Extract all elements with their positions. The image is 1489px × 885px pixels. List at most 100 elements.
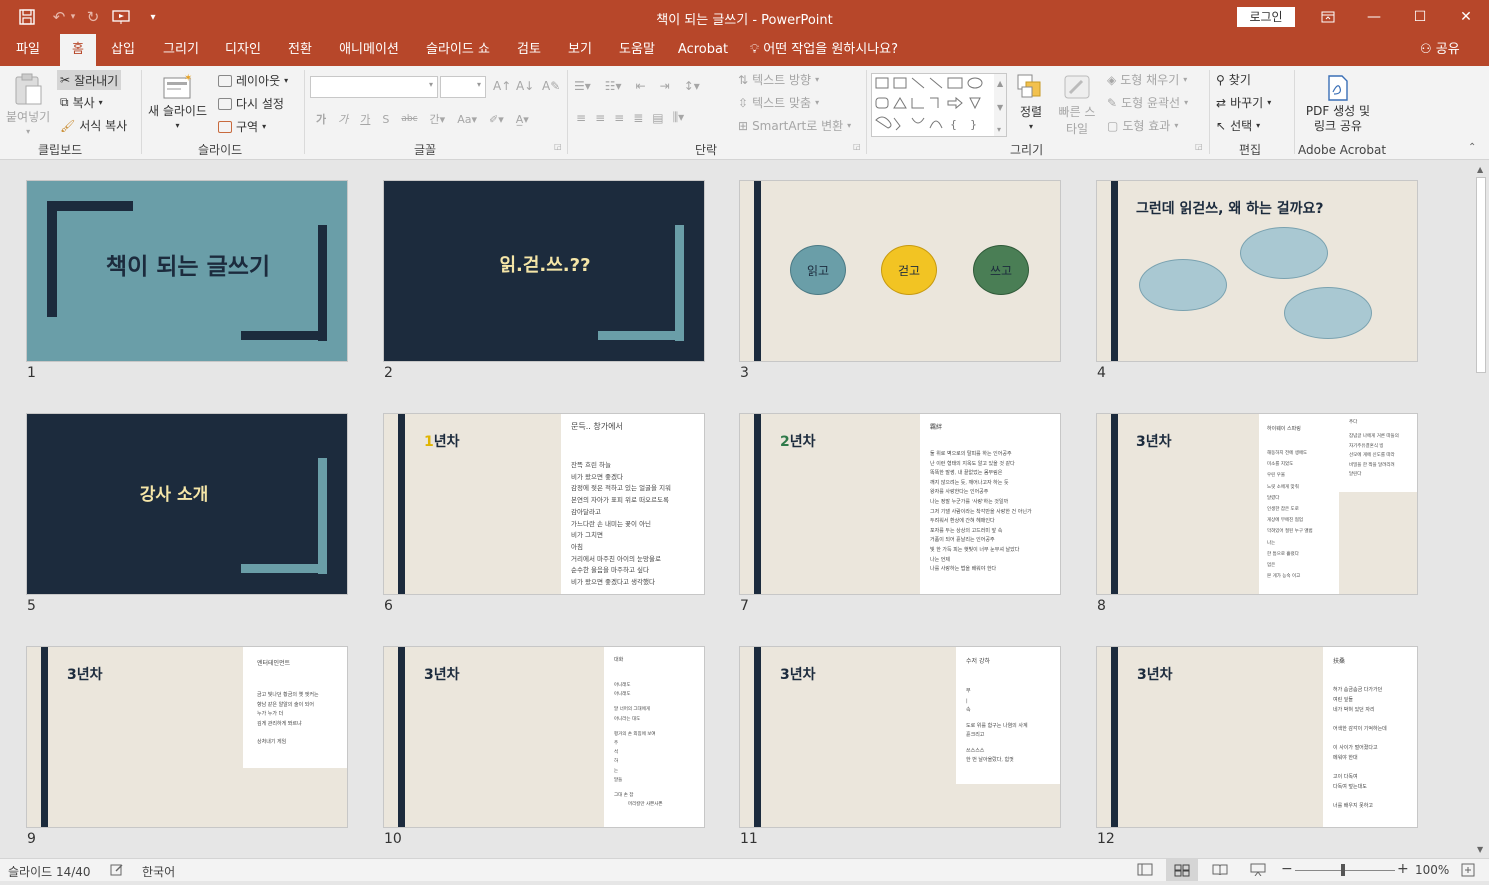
increase-indent-icon[interactable]: ⇥	[660, 79, 670, 93]
character-spacing-icon[interactable]: 간▾	[430, 111, 446, 127]
tab-help[interactable]: 도움말	[612, 34, 662, 66]
scroll-down-icon[interactable]: ▼	[1477, 845, 1483, 854]
slide-thumbnail[interactable]: 강사 소개	[26, 413, 348, 595]
bold-icon[interactable]: 가	[316, 111, 326, 127]
font-size-combo[interactable]: ▾	[440, 76, 486, 98]
clear-formatting-icon[interactable]: A✎	[542, 79, 560, 93]
shape-outline-button[interactable]: ✎ 도형 윤곽선 ▾	[1107, 94, 1188, 111]
tab-home[interactable]: 홈	[60, 34, 96, 66]
layout-button[interactable]: 레이아웃 ▾	[218, 72, 288, 89]
align-left-icon[interactable]: ≡	[576, 111, 586, 125]
normal-view-icon[interactable]	[1137, 863, 1153, 879]
section-button[interactable]: 구역 ▾	[218, 118, 266, 135]
underline-icon[interactable]: 가	[360, 111, 370, 127]
tab-animations[interactable]: 애니메이션	[333, 34, 405, 66]
tab-insert[interactable]: 삽입	[104, 34, 142, 66]
collapse-ribbon-icon[interactable]: ⌃	[1468, 142, 1476, 153]
decrease-indent-icon[interactable]: ⇤	[636, 79, 646, 93]
slide-thumbnail[interactable]: 책이 되는 글쓰기	[26, 180, 348, 362]
format-painter-button[interactable]: 🖌︎ 서식 복사	[60, 117, 127, 134]
slide-thumbnail[interactable]: 3년차 수저 강하 무 | 속 도로 위를 함구는 나염의 사계 흩크리고 쓰스스스 한 번…	[739, 646, 1061, 828]
font-dialog-launcher-icon[interactable]: ◲	[554, 142, 562, 151]
share-button[interactable]: ⚇ 공유	[1420, 34, 1460, 66]
vertical-scrollbar[interactable]: ▲ ▼	[1473, 161, 1489, 858]
arrange-button[interactable]: 정렬 ▾	[1016, 73, 1046, 131]
shadow-icon[interactable]: S	[382, 113, 389, 126]
smartart-convert-button[interactable]: ⊞ SmartArt로 변환 ▾	[738, 117, 851, 134]
font-name-combo[interactable]: ▾	[310, 76, 438, 98]
tab-file[interactable]: 파일	[8, 34, 48, 66]
slide-thumbnail[interactable]: 1년차 문득.. 창가에서 잔뜩 흐린 하늘 비가 왔으면 좋겠다 감정에 젖은 적…	[383, 413, 705, 595]
distributed-icon[interactable]: ▤	[652, 111, 663, 125]
columns-icon[interactable]: ⫼▾	[673, 110, 685, 125]
replace-button[interactable]: ⇄ 바꾸기 ▾	[1216, 94, 1271, 111]
justify-icon[interactable]: ≣	[633, 111, 643, 125]
slide-sorter-view-icon[interactable]	[1166, 859, 1198, 881]
slideshow-view-icon[interactable]	[1250, 863, 1266, 879]
zoom-in-icon[interactable]: +	[1397, 861, 1409, 877]
tab-draw[interactable]: 그리기	[155, 34, 207, 66]
minimize-icon[interactable]: —	[1351, 0, 1397, 34]
zoom-out-icon[interactable]: −	[1281, 861, 1293, 877]
reading-view-icon[interactable]	[1212, 863, 1228, 879]
tell-me-search[interactable]: 💡︎ 어떤 작업을 원하시나요?	[750, 34, 910, 66]
zoom-level[interactable]: 100%	[1415, 863, 1449, 877]
find-button[interactable]: ⚲ 찾기	[1216, 71, 1251, 88]
login-button[interactable]: 로그인	[1237, 7, 1295, 27]
slide-thumbnail[interactable]: 3년차 엔터테인먼트 금고 빛나던 황금의 옛 엣커는 향남 같은 알알의 술이 …	[26, 646, 348, 828]
pdf-icon	[1328, 75, 1348, 101]
ribbon-display-options-icon[interactable]	[1305, 0, 1351, 34]
shrink-font-icon[interactable]: A↓	[516, 79, 534, 93]
section-icon	[218, 120, 232, 133]
language-indicator[interactable]: 한국어	[142, 863, 175, 880]
grow-font-icon[interactable]: A↑	[493, 79, 511, 93]
select-button[interactable]: ↖ 선택 ▾	[1216, 117, 1260, 134]
new-slide-button[interactable]: ✶ 새 슬라이드 ▾	[148, 72, 207, 130]
tab-design[interactable]: 디자인	[220, 34, 266, 66]
slide-thumbnail[interactable]: 3년차 대화 아니래도 아니래도 말 너머의 그대에게 아니라는 대도 평거의 손 외침…	[383, 646, 705, 828]
close-icon[interactable]: ✕	[1443, 0, 1489, 34]
drawing-dialog-launcher-icon[interactable]: ◲	[1195, 142, 1203, 151]
create-pdf-button[interactable]: PDF 생성 및 링크 공유	[1300, 74, 1376, 134]
zoom-slider-thumb[interactable]	[1341, 864, 1345, 876]
paragraph-dialog-launcher-icon[interactable]: ◲	[853, 142, 861, 151]
change-case-icon[interactable]: Aa▾	[457, 113, 477, 126]
maximize-icon[interactable]: ☐	[1397, 0, 1443, 34]
cut-button[interactable]: ✂ 잘라내기	[57, 70, 122, 90]
tab-acrobat[interactable]: Acrobat	[674, 34, 732, 66]
align-text-button[interactable]: ⇳ 텍스트 맞춤 ▾	[738, 94, 819, 111]
italic-icon[interactable]: 가	[338, 111, 348, 127]
text-direction-button[interactable]: ⇅ 텍스트 방향 ▾	[738, 71, 819, 88]
quick-styles-button[interactable]: 빠른 스타일	[1055, 73, 1099, 137]
poem-title: 대화	[614, 657, 624, 663]
slide-thumbnail[interactable]: 3년차 扶桑 허가 솜금솜금 다가가던 여린 잎들 네가 박혀 있던 자리 어색한 감…	[1096, 646, 1418, 828]
slide-thumbnail[interactable]: 읽.걷.쓰.??	[383, 180, 705, 362]
tab-view[interactable]: 보기	[560, 34, 600, 66]
tab-transitions[interactable]: 전환	[279, 34, 321, 66]
tab-review[interactable]: 검토	[510, 34, 548, 66]
numbering-icon[interactable]: ☷▾	[605, 79, 622, 93]
slide-thumbnail[interactable]: 2년차 羈絆 둘 위로 벽으로의 탈피를 하는 인어공주 난 이런 형태의 지옥도…	[739, 413, 1061, 595]
line-spacing-icon[interactable]: ↕▾	[684, 79, 700, 93]
paste-button[interactable]: 붙여넣기 ▾	[6, 72, 50, 136]
scroll-up-icon[interactable]: ▲	[1477, 165, 1483, 174]
zoom-slider[interactable]	[1295, 870, 1395, 871]
align-right-icon[interactable]: ≡	[614, 111, 624, 125]
scrollbar-thumb[interactable]	[1476, 177, 1486, 373]
copy-button[interactable]: ⧉ 복사 ▾	[60, 94, 103, 111]
font-color-icon[interactable]: A̲▾	[516, 113, 529, 126]
reset-button[interactable]: 다시 설정	[218, 95, 284, 112]
shape-fill-button[interactable]: ◈ 도형 채우기 ▾	[1107, 71, 1187, 88]
slide-thumbnail[interactable]: 읽고 걷고 쓰고	[739, 180, 1061, 362]
fit-to-window-icon[interactable]	[1461, 863, 1475, 880]
highlight-icon[interactable]: ✐▾	[489, 113, 504, 126]
shape-effects-button[interactable]: ▢ 도형 효과 ▾	[1107, 117, 1178, 134]
shapes-gallery[interactable]: {} ▲ ▼ ▾	[871, 73, 1007, 137]
bullets-icon[interactable]: ☰▾	[574, 79, 591, 93]
slide-thumbnail[interactable]: 3년차 하이웨이 스파링 해동하지 전에 생애도 미소를 지었도 우린 우울 느릿 소…	[1096, 413, 1418, 595]
strikethrough-icon[interactable]: abc	[401, 114, 417, 124]
align-center-icon[interactable]: ≡	[595, 111, 605, 125]
notes-check-icon[interactable]	[109, 863, 125, 880]
slide-thumbnail[interactable]: 그런데 읽걷쓰, 왜 하는 걸까요?	[1096, 180, 1418, 362]
tab-slideshow[interactable]: 슬라이드 쇼	[418, 34, 498, 66]
